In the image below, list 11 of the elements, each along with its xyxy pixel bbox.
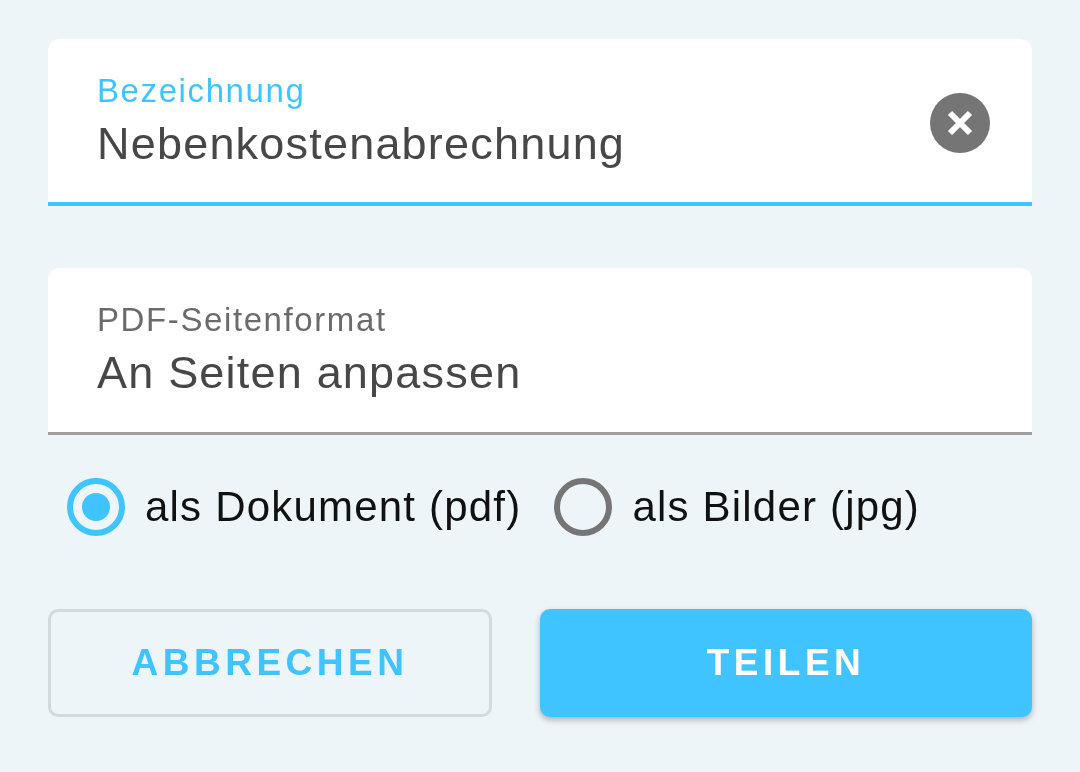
radio-icon[interactable]	[66, 477, 126, 537]
input-field[interactable]: Nebenkostenabrechnung	[97, 111, 910, 177]
radio-icon[interactable]	[553, 477, 614, 537]
radio-option[interactable]: als Bilder (jpg)	[553, 477, 921, 537]
text-field[interactable]: PDF-Seitenformat An Seiten anpassen	[48, 268, 1032, 435]
radio-option[interactable]: als Dokument (pdf)	[66, 477, 522, 537]
input-field[interactable]: An Seiten anpassen	[97, 340, 990, 406]
field-label: PDF-Seitenformat	[97, 300, 387, 340]
text-field[interactable]: Bezeichnung Nebenkostenabrechnung	[48, 39, 1032, 206]
clear-icon[interactable]	[930, 92, 990, 153]
field-label: Bezeichnung	[97, 71, 306, 111]
